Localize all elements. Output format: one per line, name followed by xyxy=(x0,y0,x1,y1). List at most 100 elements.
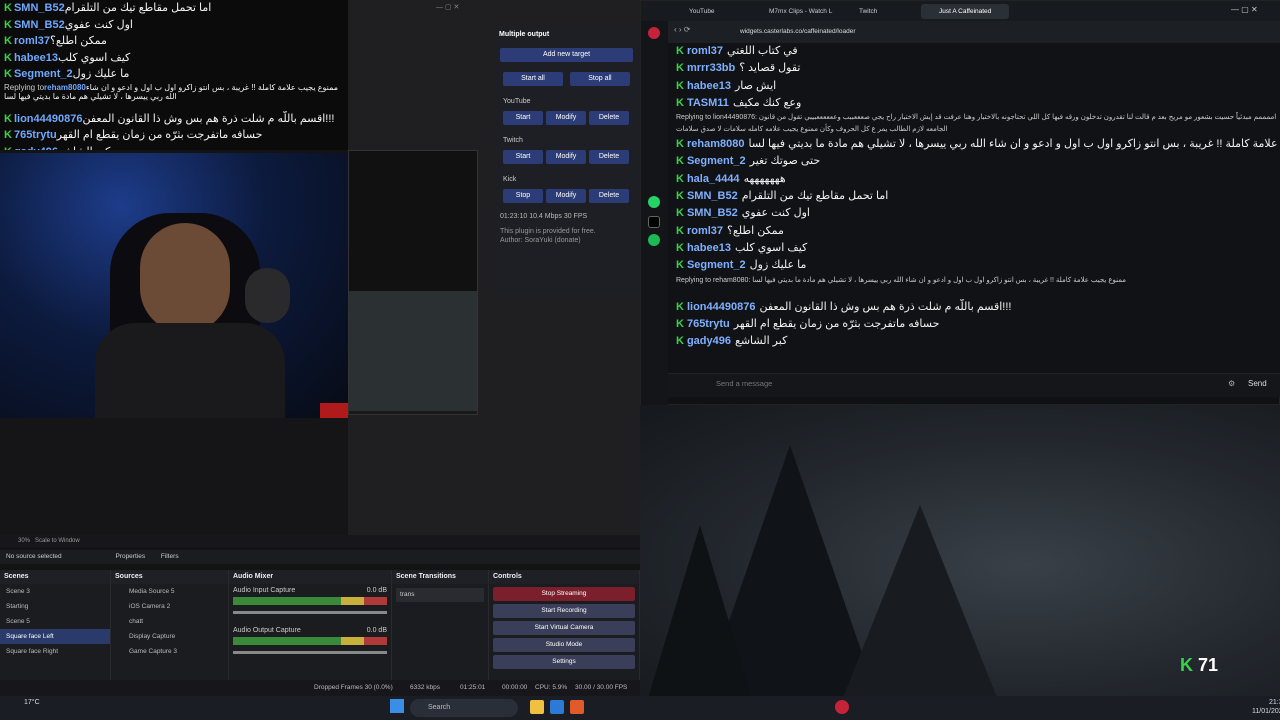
start-all-button[interactable]: Start all xyxy=(503,72,563,86)
send-button[interactable]: Send xyxy=(1248,379,1267,388)
spotify-icon[interactable] xyxy=(648,234,660,246)
kick-badge-icon: K xyxy=(676,62,684,75)
filters-button[interactable]: Filters xyxy=(161,553,179,560)
scene-item[interactable]: Scene 3 xyxy=(0,584,110,599)
volume-meter xyxy=(233,637,387,645)
overlay-chat-line: Kgady496كبر الشاشع xyxy=(0,144,348,151)
source-item[interactable]: Media Source 5 xyxy=(111,584,228,599)
chat-username: SMN_B52 xyxy=(686,190,738,203)
chat-message: هههههههه xyxy=(743,172,786,185)
volume-slider[interactable] xyxy=(233,611,387,614)
target-delete-button[interactable]: Delete xyxy=(589,189,629,203)
tab-twitch[interactable]: Twitch xyxy=(841,4,916,19)
target-start-button[interactable]: Stop xyxy=(503,189,543,203)
vscode-icon[interactable] xyxy=(550,700,564,714)
preview-thumbnail xyxy=(348,150,478,415)
chat-username: habee13 xyxy=(686,79,731,92)
mo-stats: 01:23:10 10.4 Mbps 30 FPS xyxy=(500,213,588,220)
chat-message: اما تحمل مقاطع تيك من التلقرام xyxy=(741,190,889,203)
control-button-stop-streaming[interactable]: Stop Streaming xyxy=(493,587,635,601)
control-button-start-virtual-camera[interactable]: Start Virtual Camera xyxy=(493,621,635,635)
obs-canvas-empty xyxy=(0,418,348,540)
source-item[interactable]: chatt xyxy=(111,614,228,629)
target-start-button[interactable]: Start xyxy=(503,150,543,164)
target-start-button[interactable]: Start xyxy=(503,111,543,125)
source-item[interactable]: iOS Camera 2 xyxy=(111,599,228,614)
kick-badge-icon: K xyxy=(4,35,12,47)
sources-title: Sources xyxy=(111,570,228,584)
target-modify-button[interactable]: Modify xyxy=(546,111,586,125)
tree-silhouette xyxy=(840,505,1000,696)
scene-item[interactable]: Square face Left xyxy=(0,629,110,644)
kick-badge-icon: K xyxy=(676,317,684,330)
chat-message: اول كنت عفوي xyxy=(741,207,810,220)
brave-icon[interactable] xyxy=(570,700,584,714)
source-item[interactable]: Display Capture xyxy=(111,629,228,644)
folder-icon[interactable] xyxy=(530,700,544,714)
chat-message: ما عليك زول xyxy=(749,259,807,272)
reply-user: reham8080 xyxy=(44,82,86,92)
gear-icon[interactable]: ⚙ xyxy=(1228,379,1235,388)
obs-statusbar: Dropped Frames 30 (0.0%) 6332 kbps 01:25… xyxy=(0,680,640,696)
tab-youtube[interactable]: YouTube xyxy=(671,4,746,19)
chat-line: Kroml37 ممكن اطلع؟ xyxy=(668,223,1280,240)
stop-all-button[interactable]: Stop all xyxy=(569,72,630,86)
url-input[interactable]: widgets.casterlabs.co/caffeinated/loader xyxy=(740,25,856,39)
chat-username: mrrr33bb xyxy=(686,62,736,75)
scene-item[interactable]: Starting xyxy=(0,599,110,614)
x-icon[interactable] xyxy=(648,216,660,228)
scene-item[interactable]: Square face Right xyxy=(0,644,110,659)
chat-message: كبر الشاشع xyxy=(58,146,110,151)
target-modify-button[interactable]: Modify xyxy=(546,150,586,164)
volume-slider[interactable] xyxy=(233,651,387,654)
target-modify-button[interactable]: Modify xyxy=(546,189,586,203)
chat-message: اما تحمل مقاطع تيك من التلقرام xyxy=(64,2,212,14)
overlay-chat-line: Klion44490876اقسم باللّه م شلت ذرة هم بس… xyxy=(0,111,348,128)
kick-badge-icon: K xyxy=(676,96,684,109)
kick-badge-icon: K xyxy=(676,224,684,237)
nav-arrows-icon[interactable]: ‹ › ⟳ xyxy=(674,25,690,34)
output-target: YouTube Start Modify Delete xyxy=(494,98,640,125)
control-button-studio-mode[interactable]: Studio Mode xyxy=(493,638,635,652)
live-time: 01:25:01 xyxy=(460,684,486,691)
overlay-chat: K SMN_B52اما تحمل مقاطع تيك من التلقرام K S… xyxy=(0,0,348,150)
source-item[interactable]: Game Capture 3 xyxy=(111,644,228,659)
opera-taskbar-icon[interactable] xyxy=(835,700,849,714)
whatsapp-icon[interactable] xyxy=(648,196,660,208)
kick-badge-icon: K xyxy=(676,300,684,313)
browser-window-controls[interactable]: — ▢ ✕ xyxy=(1231,5,1258,14)
kick-badge-icon: K xyxy=(676,45,684,57)
date: 11/01/2026 xyxy=(1252,708,1280,715)
kick-badge-icon: K xyxy=(676,207,684,220)
taskbar-search[interactable]: Search xyxy=(410,699,518,717)
overlay-chat-line: K 765trytuحسافه ماتفرجت بثرّه من زمان يقط… xyxy=(0,127,348,144)
clock: 21:34 11/01/2026 xyxy=(1252,698,1280,716)
chat-username: 765trytu xyxy=(686,317,730,330)
chat-username: hala_4444 xyxy=(686,172,740,185)
person-face xyxy=(140,223,230,333)
chat-message: ما عليك زول xyxy=(72,68,130,80)
target-delete-button[interactable]: Delete xyxy=(589,111,629,125)
properties-button[interactable]: Properties xyxy=(115,553,145,560)
mixer-channel: Audio Output Capture 0.0 dB xyxy=(229,624,391,664)
control-button-start-recording[interactable]: Start Recording xyxy=(493,604,635,618)
weather[interactable]: 17°C xyxy=(24,699,40,707)
mixer-channel: Audio Input Capture 0.0 dB xyxy=(229,584,391,624)
window-controls[interactable]: — ▢ ✕ xyxy=(436,3,459,11)
add-target-button[interactable]: Add new target xyxy=(500,48,633,62)
windows-start-icon[interactable] xyxy=(390,699,404,713)
snowy-forest-background: K 71 xyxy=(640,405,1280,696)
fps: 30.00 / 30.00 FPS xyxy=(575,684,628,691)
tab-m7mx[interactable]: M7mx Clips - Watch L xyxy=(751,4,841,19)
tab-widget[interactable]: Just A Caffeinated Widget xyxy=(921,4,1009,30)
scale-mode[interactable]: Scale to Window xyxy=(35,538,80,544)
opera-icon[interactable] xyxy=(648,27,660,39)
message-input[interactable]: Send a message xyxy=(716,379,772,388)
transition-select[interactable]: trans xyxy=(396,588,484,602)
zoom-bar: 30% Scale to Window xyxy=(0,535,640,547)
target-delete-button[interactable]: Delete xyxy=(589,150,629,164)
scene-item[interactable]: Scene 5 xyxy=(0,614,110,629)
overlay-chat-line: Kroml37ممكن اطلع؟ xyxy=(0,33,348,50)
zoom-level[interactable]: 30% xyxy=(18,538,30,544)
control-button-settings[interactable]: Settings xyxy=(493,655,635,669)
